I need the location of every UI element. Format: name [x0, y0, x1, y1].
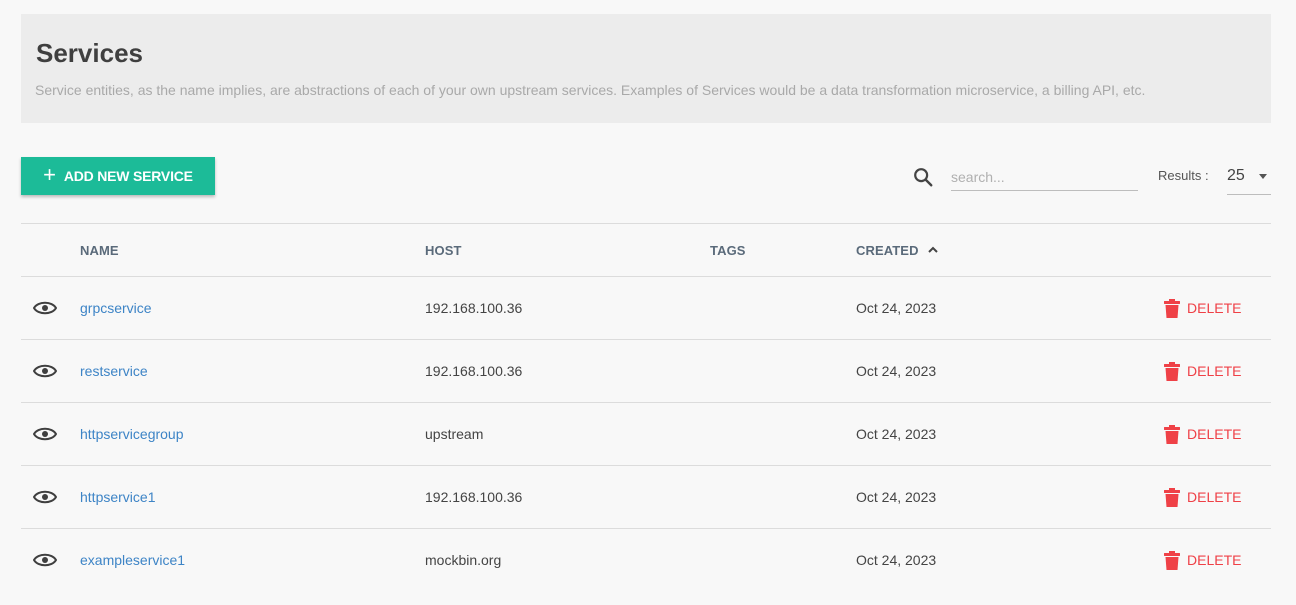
table-row: httpservicegroup upstream Oct 24, 2023 D… — [21, 402, 1271, 465]
results-label: Results : — [1158, 168, 1209, 183]
service-host: 192.168.100.36 — [425, 300, 523, 316]
view-service-button[interactable] — [33, 529, 57, 591]
page-description: Service entities, as the name implies, a… — [35, 82, 1146, 98]
service-name-link[interactable]: httpservice1 — [80, 489, 155, 505]
service-host: mockbin.org — [425, 552, 502, 568]
delete-label: DELETE — [1187, 489, 1242, 505]
trash-icon — [1164, 424, 1180, 444]
trash-icon — [1164, 298, 1180, 318]
service-host: upstream — [425, 426, 484, 442]
delete-service-button[interactable]: DELETE — [1164, 487, 1242, 507]
service-created: Oct 24, 2023 — [856, 300, 937, 316]
add-new-service-button[interactable]: + ADD NEW SERVICE — [21, 157, 215, 195]
table-header-row: NAME HOST TAGS CREATED — [21, 223, 1271, 276]
table-row: grpcservice 192.168.100.36 Oct 24, 2023 … — [21, 276, 1271, 339]
delete-label: DELETE — [1187, 300, 1242, 316]
delete-label: DELETE — [1187, 552, 1242, 568]
service-created: Oct 24, 2023 — [856, 363, 937, 379]
service-host: 192.168.100.36 — [425, 363, 523, 379]
column-header-created-label: CREATED — [856, 242, 919, 258]
service-created: Oct 24, 2023 — [856, 489, 937, 505]
trash-icon — [1164, 361, 1180, 381]
page-title: Services — [36, 38, 143, 68]
column-header-name[interactable]: NAME — [80, 224, 119, 276]
table-row: httpservice1 192.168.100.36 Oct 24, 2023… — [21, 465, 1271, 528]
eye-icon — [33, 427, 57, 441]
eye-icon — [33, 553, 57, 567]
service-name-link[interactable]: exampleservice1 — [80, 552, 185, 568]
delete-service-button[interactable]: DELETE — [1164, 424, 1242, 444]
view-service-button[interactable] — [33, 466, 57, 528]
services-table: NAME HOST TAGS CREATED grpcservice 192.1… — [21, 223, 1271, 591]
results-per-page-select[interactable]: 25 — [1227, 162, 1271, 195]
delete-service-button[interactable]: DELETE — [1164, 550, 1242, 570]
delete-label: DELETE — [1187, 426, 1242, 442]
results-per-page-value: 25 — [1227, 167, 1245, 184]
table-row: restservice 192.168.100.36 Oct 24, 2023 … — [21, 339, 1271, 402]
column-header-tags: TAGS — [710, 242, 746, 258]
page-header: Services Service entities, as the name i… — [21, 14, 1271, 123]
trash-icon — [1164, 550, 1180, 570]
service-name-link[interactable]: restservice — [80, 363, 148, 379]
view-service-button[interactable] — [33, 277, 57, 339]
column-header-created[interactable]: CREATED — [856, 224, 939, 276]
eye-icon — [33, 301, 57, 315]
search-icon[interactable] — [912, 166, 934, 188]
view-service-button[interactable] — [33, 403, 57, 465]
service-host: 192.168.100.36 — [425, 489, 523, 505]
delete-service-button[interactable]: DELETE — [1164, 298, 1242, 318]
delete-service-button[interactable]: DELETE — [1164, 361, 1242, 381]
eye-icon — [33, 364, 57, 378]
service-name-link[interactable]: grpcservice — [80, 300, 152, 316]
caret-down-icon — [1259, 174, 1267, 179]
column-header-host[interactable]: HOST — [425, 224, 462, 276]
chevron-up-icon — [927, 246, 938, 253]
service-name-link[interactable]: httpservicegroup — [80, 426, 184, 442]
delete-label: DELETE — [1187, 363, 1242, 379]
table-row: exampleservice1 mockbin.org Oct 24, 2023… — [21, 528, 1271, 591]
service-created: Oct 24, 2023 — [856, 552, 937, 568]
service-created: Oct 24, 2023 — [856, 426, 937, 442]
view-service-button[interactable] — [33, 340, 57, 402]
trash-icon — [1164, 487, 1180, 507]
search-input[interactable] — [951, 164, 1138, 191]
eye-icon — [33, 490, 57, 504]
add-new-service-label: ADD NEW SERVICE — [63, 168, 193, 184]
plus-icon: + — [43, 162, 56, 187]
